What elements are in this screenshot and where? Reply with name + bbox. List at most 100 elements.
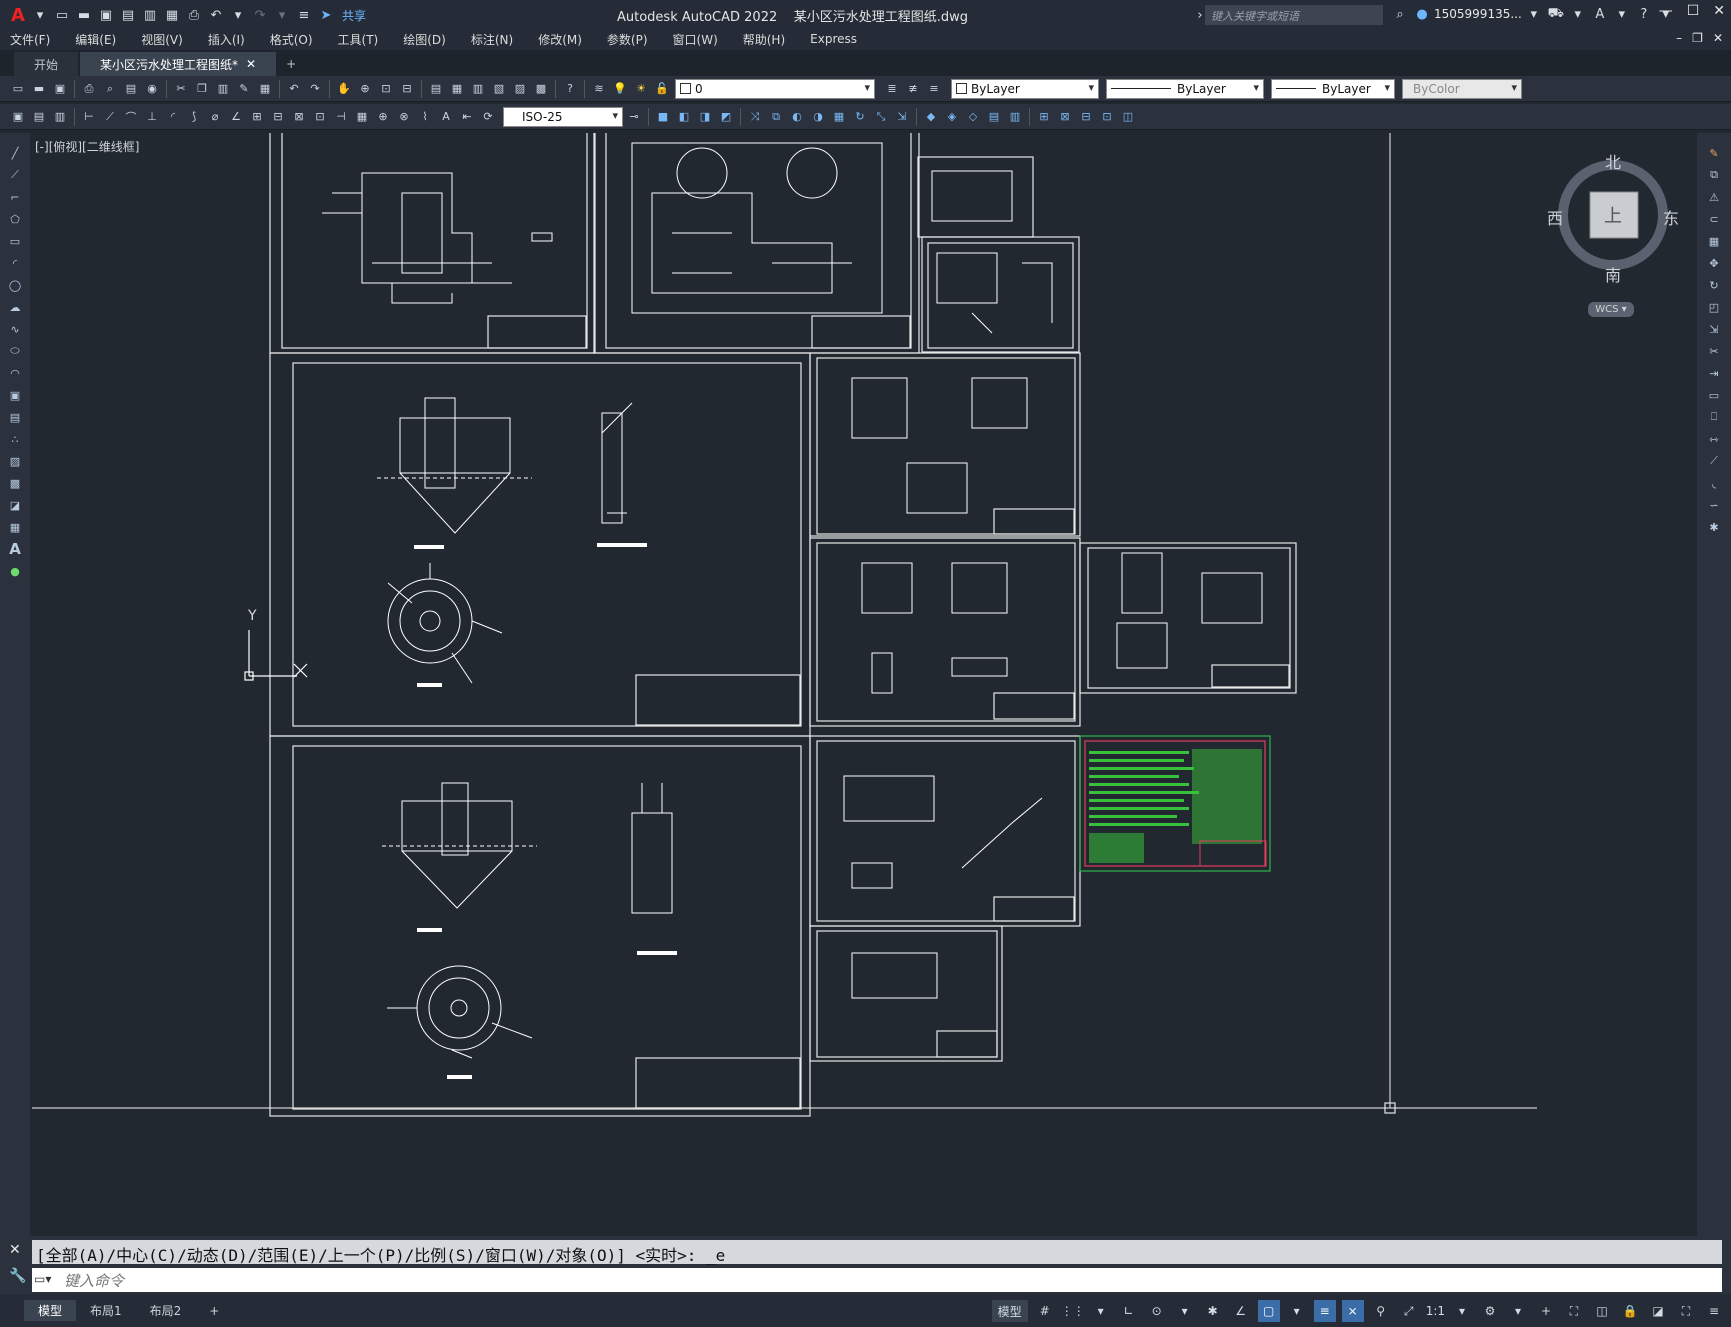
tab-drawing[interactable]: 某小区污水处理工程图纸* ✕ bbox=[80, 52, 277, 76]
ortho-icon[interactable]: ∟ bbox=[1118, 1300, 1140, 1322]
blend-icon[interactable]: ∽ bbox=[1704, 495, 1724, 515]
tb-dim-jogged-icon[interactable]: ⟆ bbox=[184, 107, 204, 127]
copy-obj-icon[interactable]: ⧉ bbox=[1704, 165, 1724, 185]
tb-dim-space-icon[interactable]: ⊡ bbox=[310, 107, 330, 127]
add-layout-icon[interactable]: + bbox=[195, 1302, 233, 1320]
compass-south[interactable]: 南 bbox=[1605, 262, 1621, 286]
linetype-select[interactable]: ByLayer bbox=[1106, 78, 1264, 99]
wcs-menu[interactable]: WCS ▾ bbox=[1588, 302, 1634, 317]
tb-cut-icon[interactable]: ✂ bbox=[171, 79, 191, 99]
drawing-canvas[interactable]: Y X bbox=[32, 133, 1695, 1236]
autoscale-icon[interactable]: ⤢ bbox=[1398, 1300, 1420, 1322]
tb-dimstyle-icon[interactable]: ⊸ bbox=[624, 107, 644, 127]
help-icon[interactable]: ? bbox=[1634, 4, 1654, 24]
tb-quickdim-icon[interactable]: ⊞ bbox=[247, 107, 267, 127]
chamfer-icon[interactable]: ⟋ bbox=[1704, 451, 1724, 471]
tb-3dprint-icon[interactable]: ◉ bbox=[142, 79, 162, 99]
doc-restore-icon[interactable]: ❐ bbox=[1692, 31, 1703, 45]
tb-sheetset-icon[interactable]: ▧ bbox=[489, 79, 509, 99]
tb-calc-icon[interactable]: ▩ bbox=[531, 79, 551, 99]
ellipse-arc-icon[interactable]: ◠ bbox=[5, 363, 25, 383]
tb-zoom-window-icon[interactable]: ⊡ bbox=[376, 79, 396, 99]
minimize-icon[interactable]: — bbox=[1659, 3, 1673, 19]
share-icon[interactable]: ➤ bbox=[316, 5, 336, 25]
save-web-icon[interactable]: ▦ bbox=[162, 5, 182, 25]
tb-layer-lock-icon[interactable]: 🔓 bbox=[652, 79, 672, 99]
tb-help-icon[interactable]: ? bbox=[560, 79, 580, 99]
tb-matchprop-icon[interactable]: ✎ bbox=[234, 79, 254, 99]
offset-icon[interactable]: ⊂ bbox=[1704, 209, 1724, 229]
tb-layerprops-icon[interactable]: ≋ bbox=[589, 79, 609, 99]
tb-edit-attr-icon[interactable]: ▣ bbox=[8, 107, 28, 127]
scale-icon[interactable]: ◰ bbox=[1704, 297, 1724, 317]
snap-dropdown-icon[interactable]: ▾ bbox=[1090, 1300, 1112, 1322]
tb-mirror-icon[interactable]: ◐ bbox=[787, 107, 807, 127]
tb-render-icon[interactable]: ◆ bbox=[921, 107, 941, 127]
tab-start[interactable]: 开始 bbox=[14, 52, 79, 76]
autodesk-app-icon[interactable]: A bbox=[1590, 4, 1610, 24]
customize-qat-icon[interactable]: ≡ bbox=[294, 5, 314, 25]
tb-dim-angular-icon[interactable]: ∠ bbox=[226, 107, 246, 127]
units-icon[interactable]: ⛶ bbox=[1563, 1300, 1585, 1322]
open-web-icon[interactable]: ▥ bbox=[140, 5, 160, 25]
lineweight-icon[interactable]: ≡ bbox=[1313, 1300, 1336, 1322]
tb-dim-arc-icon[interactable]: ⌒ bbox=[121, 107, 141, 127]
quickprops-icon[interactable]: ◫ bbox=[1591, 1300, 1613, 1322]
gradient-icon[interactable]: ▩ bbox=[5, 473, 25, 493]
move-icon[interactable]: ✥ bbox=[1704, 253, 1724, 273]
insert-block-icon[interactable]: ▣ bbox=[5, 385, 25, 405]
open-icon[interactable]: ▬ bbox=[74, 5, 94, 25]
tb-material-icon[interactable]: ◈ bbox=[942, 107, 962, 127]
viewport-controls[interactable]: [-][俯视][二维线框] bbox=[35, 138, 139, 155]
tab-close-icon[interactable]: ✕ bbox=[246, 57, 256, 71]
tb-offset-icon[interactable]: ◑ bbox=[808, 107, 828, 127]
compass-west[interactable]: 西 bbox=[1547, 205, 1563, 229]
tb-jogline-icon[interactable]: ⌇ bbox=[415, 107, 435, 127]
share-button[interactable]: 共享 bbox=[342, 7, 366, 24]
tb-dim-linear-icon[interactable]: ⊢ bbox=[79, 107, 99, 127]
menu-parametric[interactable]: 参数(P) bbox=[607, 31, 648, 48]
redo-icon[interactable]: ↷ bbox=[250, 5, 270, 25]
menu-dimension[interactable]: 标注(N) bbox=[471, 31, 513, 48]
menu-file[interactable]: 文件(F) bbox=[10, 31, 50, 48]
tb-move-icon[interactable]: ⤨ bbox=[745, 107, 765, 127]
break-icon[interactable]: ⎕ bbox=[1704, 407, 1724, 427]
menu-window[interactable]: 窗口(W) bbox=[673, 31, 718, 48]
app-dropdown-icon[interactable]: ▾ bbox=[1612, 4, 1632, 24]
osnap-dropdown-icon[interactable]: ▾ bbox=[1286, 1300, 1308, 1322]
menu-format[interactable]: 格式(O) bbox=[270, 31, 313, 48]
add-selected-icon[interactable]: ● bbox=[5, 561, 25, 581]
plotstyle-select[interactable]: ByColor bbox=[1402, 78, 1522, 99]
tab-layout1[interactable]: 布局1 bbox=[76, 1300, 136, 1321]
osnap-track-icon[interactable]: ∠ bbox=[1230, 1300, 1252, 1322]
menu-modify[interactable]: 修改(M) bbox=[538, 31, 582, 48]
new-tab-icon[interactable]: + bbox=[278, 52, 304, 76]
make-block-icon[interactable]: ▤ bbox=[5, 407, 25, 427]
annotation-scale[interactable]: 1:1 bbox=[1426, 1300, 1445, 1322]
tb-inspect-icon[interactable]: ⊗ bbox=[394, 107, 414, 127]
tb-dim-ordinate-icon[interactable]: ⊥ bbox=[142, 107, 162, 127]
cleanscreen-icon[interactable]: ⛶ bbox=[1675, 1300, 1697, 1322]
tb-ucs-view-icon[interactable]: ◫ bbox=[1118, 107, 1138, 127]
tb-markup-icon[interactable]: ▨ bbox=[510, 79, 530, 99]
workspace-icon[interactable]: ⚙ bbox=[1479, 1300, 1501, 1322]
tb-check-icon[interactable]: ▤ bbox=[29, 107, 49, 127]
compass-north[interactable]: 北 bbox=[1605, 149, 1621, 173]
tb-blockeditor-icon[interactable]: ▦ bbox=[255, 79, 275, 99]
menu-view[interactable]: 视图(V) bbox=[141, 31, 183, 48]
tb-layer-freeze-icon[interactable]: ☀ bbox=[631, 79, 651, 99]
tb-attr-icon[interactable]: ▥ bbox=[50, 107, 70, 127]
lineweight-select[interactable]: ByLayer bbox=[1271, 78, 1395, 99]
redo-dropdown-icon[interactable]: ▾ bbox=[272, 5, 292, 25]
doc-minimize-icon[interactable]: – bbox=[1676, 31, 1682, 45]
tb-3d-box-icon[interactable]: ■ bbox=[653, 107, 673, 127]
tb-dimedit-icon[interactable]: A bbox=[436, 107, 456, 127]
point-icon[interactable]: ∴ bbox=[5, 429, 25, 449]
viewcube[interactable]: 北 南 西 东 上 WCS ▾ bbox=[1540, 145, 1690, 335]
explode-icon[interactable]: ✱ bbox=[1704, 517, 1724, 537]
arc-icon[interactable]: ◜ bbox=[5, 253, 25, 273]
tb-dim-break-icon[interactable]: ⊣ bbox=[331, 107, 351, 127]
scale-dropdown-icon[interactable]: ▾ bbox=[1451, 1300, 1473, 1322]
tb-array-icon[interactable]: ▦ bbox=[829, 107, 849, 127]
autocad-logo-icon[interactable]: A bbox=[8, 5, 28, 26]
